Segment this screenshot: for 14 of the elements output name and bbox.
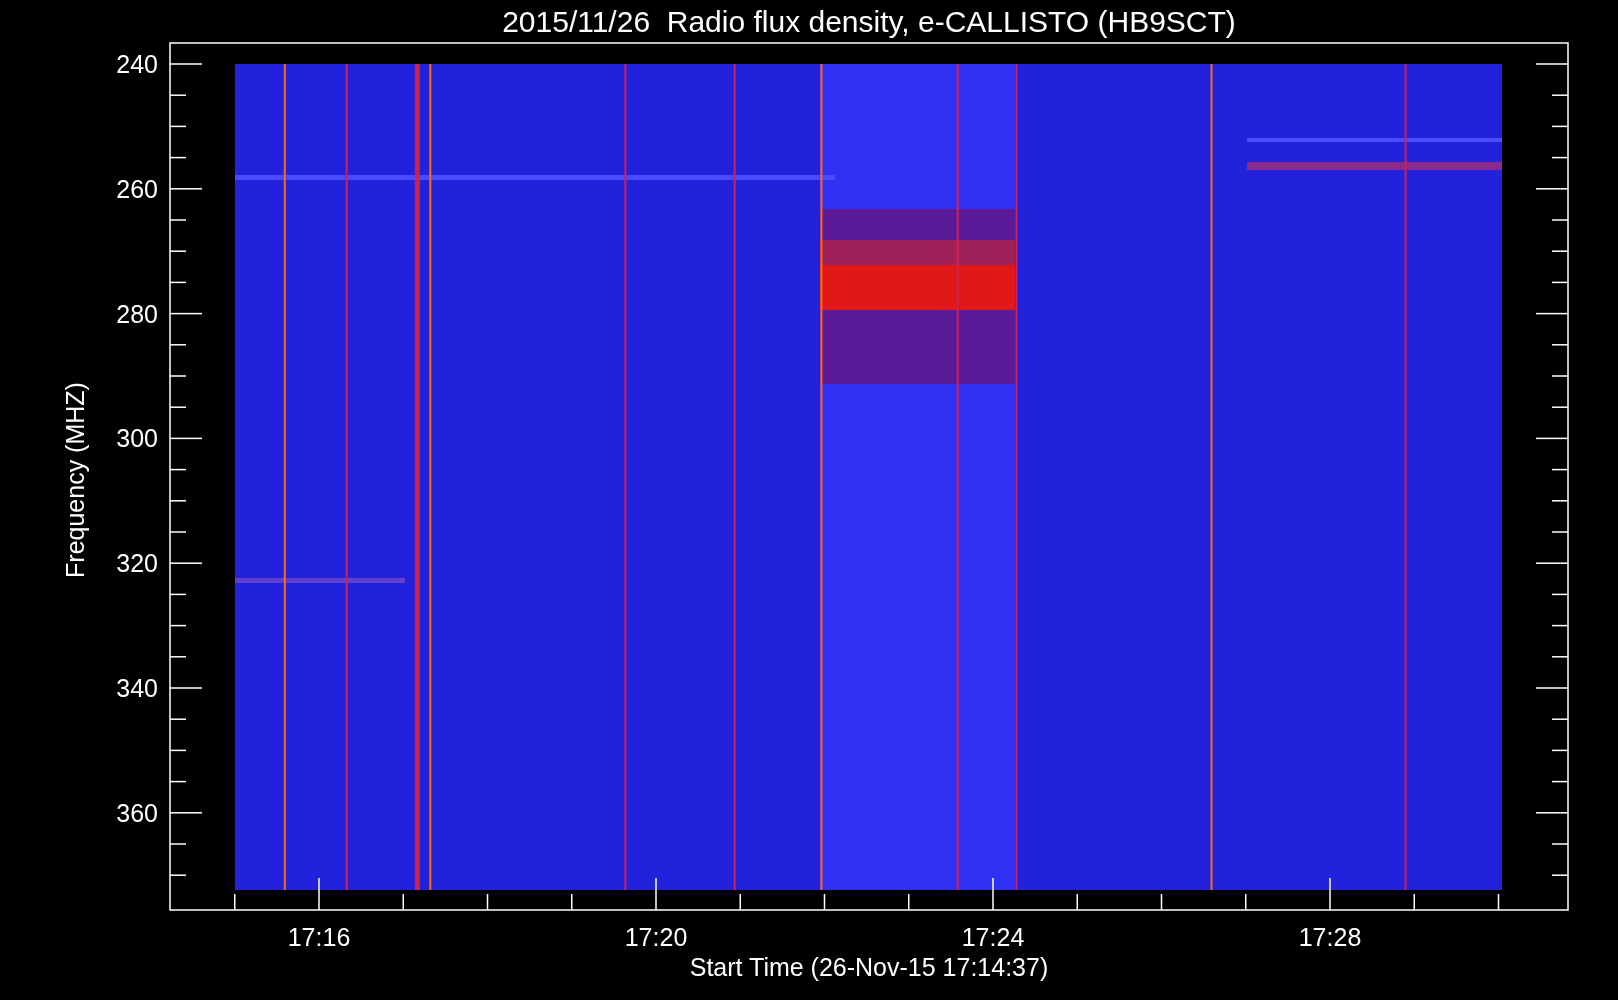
y-axis-label: Frequency (MHZ): [61, 382, 89, 578]
y-tick-label: 320: [116, 549, 158, 578]
x-tick-label: 17:20: [624, 923, 688, 951]
y-tick-label: 260: [116, 174, 158, 203]
x-axis-label: Start Time (26-Nov-15 17:14:37): [689, 953, 1049, 981]
y-tick-label: 240: [116, 50, 158, 78]
x-tick-label: 17:28: [1298, 923, 1362, 951]
x-tick-label: 17:24: [961, 923, 1025, 951]
y-tick-label: 340: [116, 674, 158, 702]
x-tick-label: 17:16: [287, 923, 351, 951]
y-tick-label: 280: [116, 299, 158, 328]
y-tick-label: 300: [116, 424, 158, 453]
chart-title: 2015/11/26 Radio flux density, e-CALLISTO (HB9SCT): [502, 5, 1236, 38]
y-tick-label: 360: [116, 798, 158, 827]
